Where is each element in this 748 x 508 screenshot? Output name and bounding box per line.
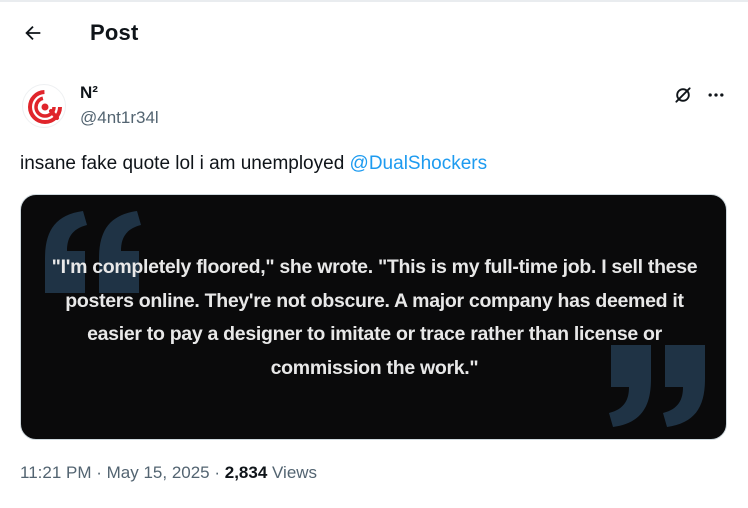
red-swirl-logo-icon [28, 90, 62, 124]
tweet-text: insane fake quote lol i am unemployed @D… [20, 152, 487, 176]
more-button[interactable] [704, 84, 728, 106]
quote-text: "I'm completely floored," she wrote. "Th… [51, 256, 698, 379]
page-header: Post [0, 0, 748, 66]
author-handle[interactable]: @4nt1r34l [80, 108, 159, 128]
grok-button[interactable] [672, 84, 694, 106]
meta-separator: · [91, 463, 107, 482]
media-image[interactable]: "I'm completely floored," she wrote. "Th… [20, 194, 727, 440]
views-label: Views [267, 463, 318, 482]
author-name[interactable]: N² [80, 83, 98, 103]
grok-slash-icon [675, 87, 691, 103]
mention-link[interactable]: @DualShockers [350, 153, 488, 174]
avatar[interactable] [22, 84, 66, 128]
meta-separator: · [209, 463, 225, 482]
back-button[interactable] [16, 16, 50, 50]
post-time[interactable]: 11:21 PM [20, 463, 92, 482]
post-date[interactable]: May 15, 2025 [107, 463, 210, 482]
arrow-left-icon [25, 25, 41, 41]
tweet-body: insane fake quote lol i am unemployed [20, 153, 350, 174]
page-title: Post [90, 20, 139, 45]
post-metadata: 11:21 PM · May 15, 2025 · 2,834 Views [20, 463, 317, 483]
ellipsis-icon [708, 93, 724, 97]
view-count: 2,834 [224, 463, 268, 482]
